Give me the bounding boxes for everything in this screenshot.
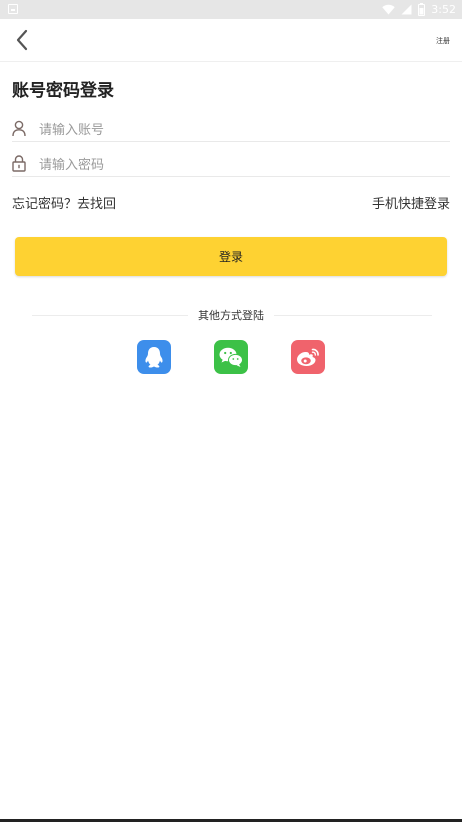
wifi-icon: [382, 4, 395, 15]
password-field: [12, 153, 450, 177]
status-icons: 3:52: [382, 2, 456, 17]
divider-left: [32, 315, 188, 316]
phone-quick-login-link[interactable]: 手机快捷登录: [372, 193, 450, 212]
divider-right: [274, 315, 432, 316]
status-bar: 3:52: [0, 0, 462, 19]
account-field: [12, 118, 450, 142]
notification-icon: [8, 4, 18, 14]
nav-bar: 注册: [0, 19, 462, 62]
password-input[interactable]: [39, 155, 439, 175]
wechat-icon: [219, 347, 243, 367]
status-time: 3:52: [431, 3, 456, 16]
wechat-login-button[interactable]: [214, 340, 248, 374]
signal-icon: [401, 4, 412, 15]
chevron-left-icon: [16, 29, 28, 51]
back-button[interactable]: [8, 26, 36, 54]
forgot-password-link[interactable]: 忘记密码？去找回: [12, 193, 116, 212]
battery-icon: [418, 3, 426, 16]
account-input[interactable]: [39, 120, 439, 140]
register-link[interactable]: 注册: [436, 36, 450, 46]
user-icon: [12, 120, 26, 137]
weibo-login-button[interactable]: [291, 340, 325, 374]
login-button[interactable]: 登录: [15, 237, 447, 276]
page-title: 账号密码登录: [12, 81, 114, 101]
other-methods-label: 其他方式登陆: [198, 309, 264, 322]
lock-icon: [12, 155, 26, 172]
weibo-icon: [297, 348, 319, 366]
qq-login-button[interactable]: [137, 340, 171, 374]
qq-icon: [145, 347, 163, 368]
